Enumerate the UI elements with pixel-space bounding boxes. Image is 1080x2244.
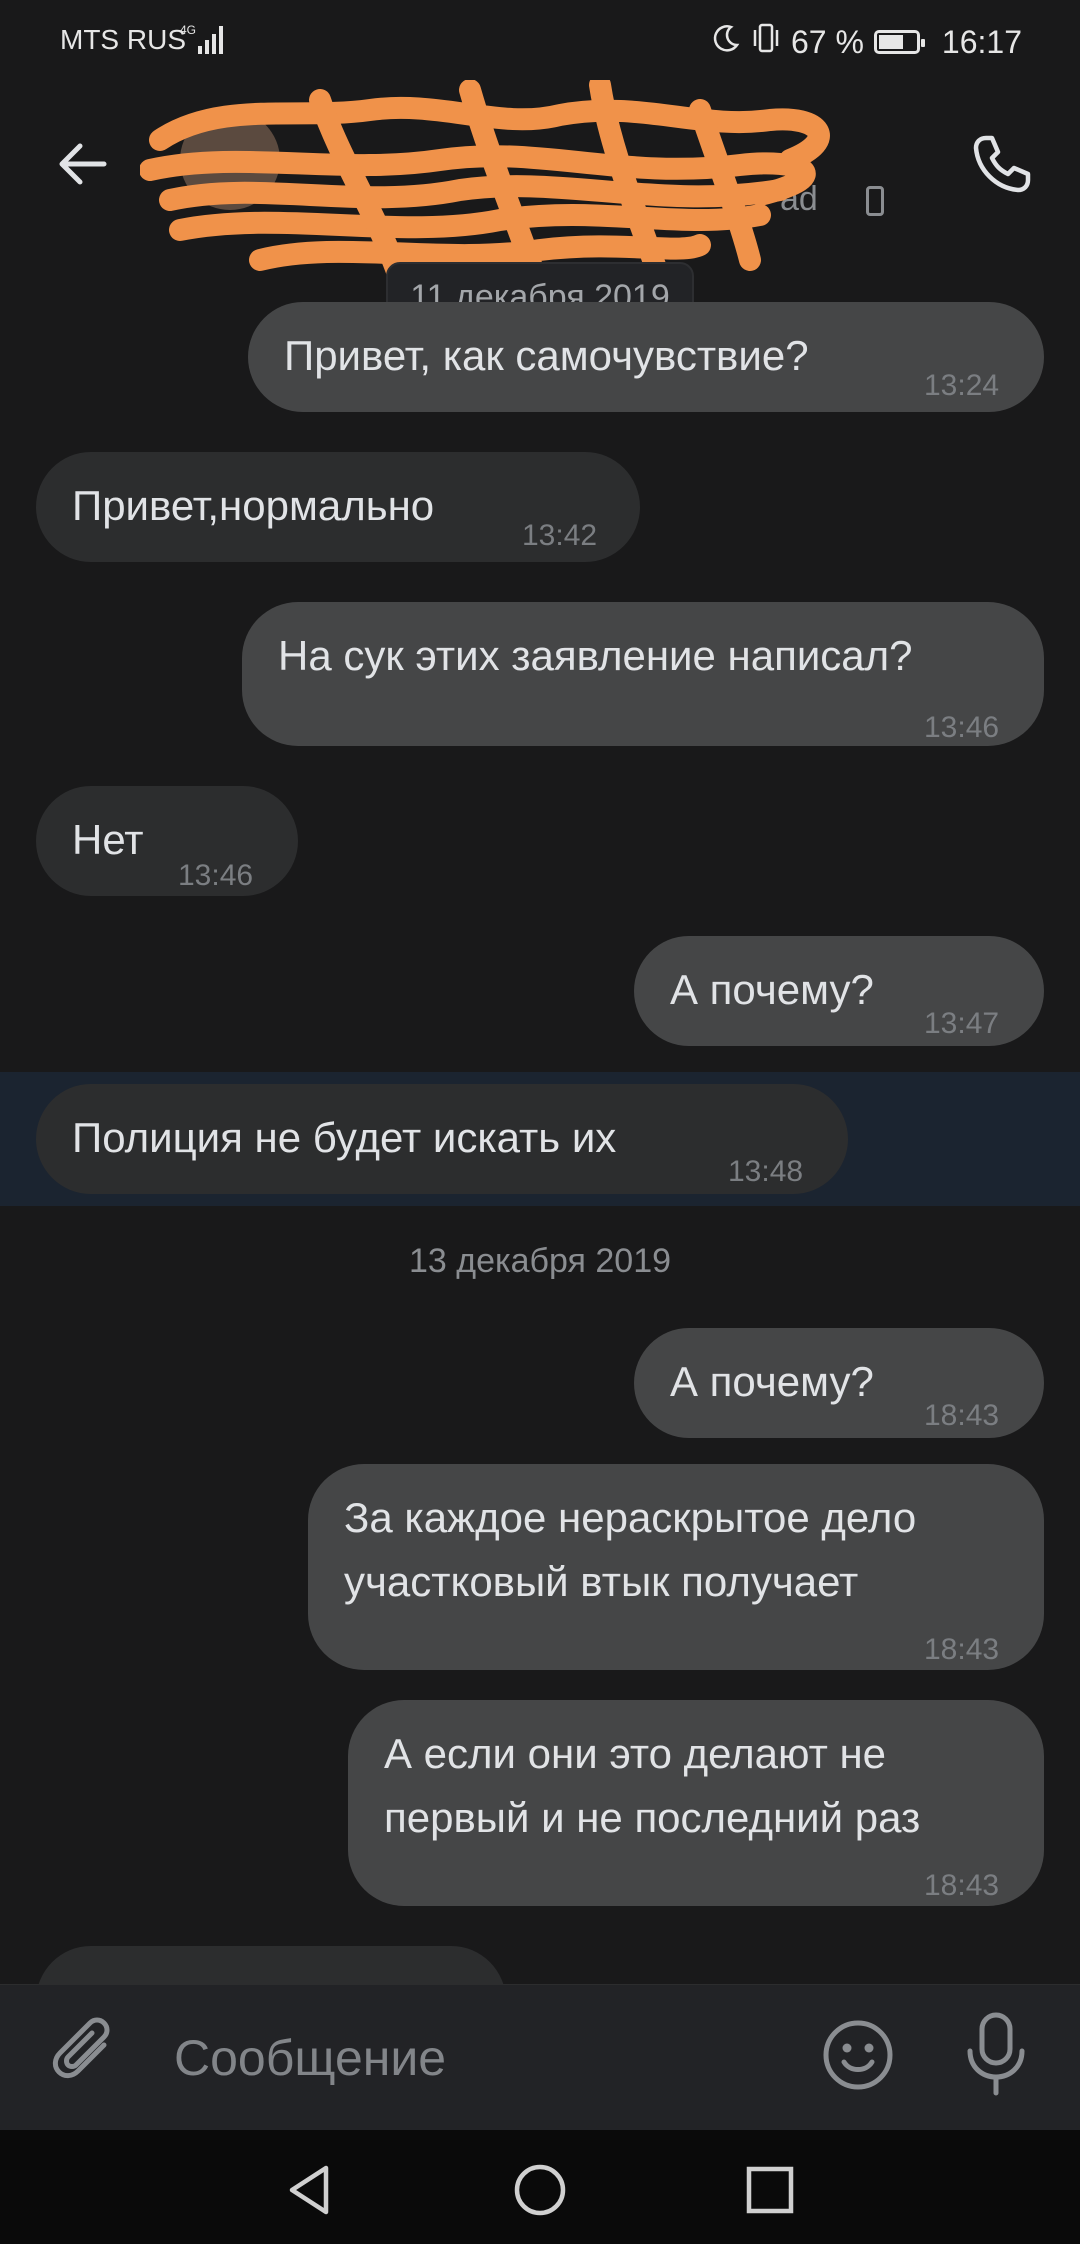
- date-separator: 13 декабря 2019: [0, 1242, 1080, 1281]
- message-time: 13:24: [924, 369, 1000, 402]
- mobile-device-icon: [866, 186, 884, 216]
- microphone-icon: [967, 2012, 1025, 2096]
- message-time: 13:42: [522, 519, 598, 552]
- voice-message-button[interactable]: [956, 2009, 1036, 2101]
- battery-icon: [873, 30, 925, 54]
- message-time: 13:46: [178, 859, 254, 892]
- message-text: А если они это делают не первый и не пос…: [384, 1730, 921, 1841]
- message-list[interactable]: 11 декабря 2019 13 декабря 2019 Привет, …: [0, 250, 1080, 1984]
- date-label: 13 декабря 2019: [408, 1242, 672, 1280]
- chat-header: ad: [0, 80, 1080, 300]
- clock: 16:17: [941, 23, 1022, 60]
- message-text: Привет,нормально: [72, 482, 435, 529]
- incoming-message-bubble[interactable]: Нет 13:46: [36, 786, 298, 896]
- message-time: 13:47: [924, 1007, 1000, 1040]
- signal-icon: 4G: [180, 22, 230, 61]
- incoming-message-bubble[interactable]: Привет,нормально 13:42: [36, 452, 640, 562]
- chat-screen: MTS RUS 4G 67 % 16:17 ad 11 декабря 2019…: [0, 0, 1080, 2244]
- message-time: 18:43: [924, 1633, 1000, 1666]
- outgoing-message-bubble[interactable]: За каждое нераскрытое дело участковый вт…: [308, 1464, 1044, 1670]
- message-text: А почему?: [670, 1358, 874, 1405]
- triangle-back-icon: [289, 2165, 329, 2215]
- network-type-label: 4G: [180, 23, 196, 37]
- message-text: За каждое нераскрытое дело участковый вт…: [344, 1494, 917, 1605]
- battery-percent: 67 %: [790, 23, 864, 60]
- carrier-label: MTS RUS: [60, 24, 186, 55]
- contact-status: ad: [780, 180, 818, 218]
- phone-icon: [973, 135, 1031, 193]
- smiley-icon: [823, 2020, 893, 2090]
- message-text: А почему?: [670, 966, 874, 1013]
- nav-recents-button[interactable]: [740, 2160, 800, 2220]
- circle-home-icon: [514, 2164, 566, 2216]
- vibrate-icon: [751, 22, 781, 62]
- paperclip-icon: [52, 2017, 110, 2079]
- emoji-button[interactable]: [818, 2015, 898, 2095]
- message-time: 18:43: [924, 1869, 1000, 1902]
- message-text: Нет: [72, 816, 144, 863]
- incoming-message-bubble[interactable]: [36, 1946, 506, 1984]
- outgoing-message-bubble[interactable]: Привет, как самочувствие? 13:24: [248, 302, 1044, 412]
- nav-back-button[interactable]: [280, 2160, 340, 2220]
- outgoing-message-bubble[interactable]: А почему? 13:47: [634, 936, 1044, 1046]
- outgoing-message-bubble[interactable]: А почему? 18:43: [634, 1328, 1044, 1438]
- nav-home-button[interactable]: [510, 2160, 570, 2220]
- message-time: 18:43: [924, 1399, 1000, 1432]
- status-bar: MTS RUS 4G 67 % 16:17: [0, 0, 1080, 80]
- message-time: 13:46: [924, 711, 1000, 744]
- moon-icon: [711, 23, 741, 61]
- message-input[interactable]: [172, 2019, 776, 2097]
- message-text: На сук этих заявление написал?: [278, 632, 913, 679]
- attach-button[interactable]: [48, 2015, 128, 2095]
- square-recents-icon: [746, 2166, 794, 2214]
- status-right: 67 % 16:17: [711, 22, 1022, 62]
- message-input-bar: [0, 1984, 1080, 2131]
- incoming-message-bubble[interactable]: Полиция не будет искать их 13:48: [36, 1084, 848, 1194]
- outgoing-message-bubble[interactable]: На сук этих заявление написал? 13:46: [242, 602, 1044, 746]
- avatar[interactable]: [180, 110, 280, 210]
- outgoing-message-bubble[interactable]: А если они это делают не первый и не пос…: [348, 1700, 1044, 1906]
- message-time: 13:48: [728, 1155, 804, 1188]
- message-text: Полиция не будет искать их: [72, 1114, 617, 1161]
- back-button[interactable]: [52, 132, 116, 196]
- message-text: Привет, как самочувствие?: [284, 332, 809, 379]
- system-nav-bar: [0, 2130, 1080, 2244]
- arrow-left-icon: [59, 143, 107, 185]
- call-button[interactable]: [966, 128, 1038, 200]
